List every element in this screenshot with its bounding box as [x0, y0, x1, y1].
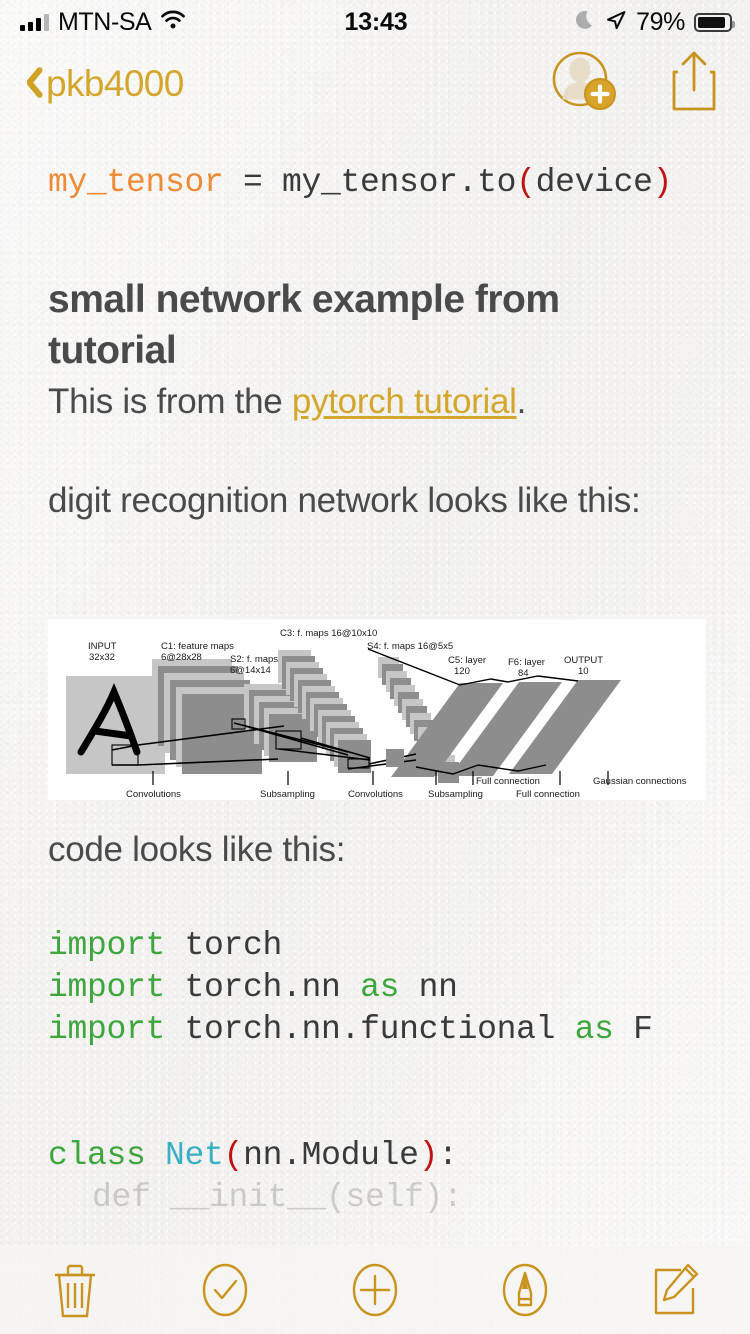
lenet-architecture-image[interactable]: INPUT 32x32 C1: feature maps 6@28x28 S2:…: [48, 619, 706, 800]
status-bar-left: MTN-SA: [0, 7, 292, 36]
code-token-open-paren: (: [223, 1137, 244, 1174]
battery-percent-label: 79%: [636, 7, 685, 36]
label-bottom-6: Gaussian connections: [593, 776, 687, 787]
code-token-module: torch.nn: [165, 969, 361, 1006]
code-token-module: torch: [165, 927, 283, 964]
code-line-obscured: def __init__(self):: [92, 1179, 463, 1216]
code-line-import-1: import torch.nn as nn: [48, 967, 702, 1009]
bottom-toolbar: [0, 1245, 750, 1334]
nav-actions: [550, 49, 750, 118]
label-bottom-1: Subsampling: [260, 789, 315, 800]
status-bar-center: 13:43: [292, 8, 460, 37]
chevron-left-icon: [18, 64, 40, 102]
label-bottom-5: Full connection: [516, 789, 580, 800]
code-token-close-paren: ): [652, 164, 673, 201]
location-arrow-icon: [605, 9, 627, 36]
code-token-kw: import: [48, 1011, 166, 1048]
code-token-kw: import: [48, 969, 166, 1006]
label-c3-0: C3: f. maps 16@10x10: [280, 628, 377, 639]
label-bottom-0: Convolutions: [126, 789, 181, 800]
label-bottom-3: Subsampling: [428, 789, 483, 800]
checklist-button[interactable]: [182, 1254, 268, 1326]
markup-button[interactable]: [482, 1254, 568, 1326]
signal-bars-icon: [20, 13, 49, 31]
delete-button[interactable]: [32, 1254, 118, 1326]
section-heading: small network example from tutorial: [48, 278, 560, 372]
label-c5-1: 120: [454, 666, 470, 677]
code-token-open-paren: (: [516, 164, 536, 201]
code-line-import-2: import torch.nn.functional as F: [48, 1009, 702, 1051]
label-s2-1: 6@14x14: [230, 665, 271, 676]
label-s4-0: S4: f. maps 16@5x5: [367, 641, 453, 652]
pytorch-tutorial-link[interactable]: pytorch tutorial: [292, 382, 517, 421]
compose-button[interactable]: [632, 1254, 718, 1326]
code-token-base-class: nn.Module: [243, 1137, 419, 1174]
code-line-class: class Net(nn.Module):: [48, 1135, 702, 1177]
code-block-class: class Net(nn.Module): def __init__(self)…: [0, 1051, 750, 1219]
share-icon: [672, 51, 716, 110]
code-token-variable: my_tensor: [48, 164, 224, 201]
status-bar-right: 79%: [460, 8, 750, 37]
intro-text-after: .: [516, 382, 527, 421]
markup-pen-icon: [502, 1263, 548, 1316]
code-token-arg: device: [535, 164, 653, 201]
code-block-imports: import torch import torch.nn as nn impor…: [0, 873, 750, 1051]
code-token-kw: import: [48, 927, 166, 964]
intro-text-before: This is from the: [48, 382, 292, 421]
label-f6-0: F6: layer: [508, 657, 545, 668]
add-person-button[interactable]: [550, 50, 618, 117]
label-output-1: 10: [578, 666, 589, 677]
code-token-alias: nn: [399, 969, 458, 1006]
label-output-0: OUTPUT: [564, 655, 603, 666]
note-content[interactable]: my_tensor = my_tensor.to(device) small n…: [0, 122, 750, 1334]
code-line-import-0: import torch: [48, 925, 702, 967]
compose-icon: [654, 1263, 699, 1314]
wifi-icon: [160, 10, 186, 34]
clock-label: 13:43: [344, 7, 408, 36]
label-input-1: 32x32: [89, 652, 115, 663]
code-token-close-paren: ): [418, 1137, 439, 1174]
code-token-assign: = my_tensor.to: [223, 164, 517, 201]
code-caption: code looks like this:: [48, 830, 346, 869]
figure-caption: digit recognition network looks like thi…: [48, 481, 641, 520]
trash-icon: [55, 1264, 95, 1317]
status-bar: MTN-SA 13:43 79%: [0, 0, 750, 44]
code-block-top: my_tensor = my_tensor.to(device): [0, 122, 750, 204]
add-person-icon: [552, 51, 616, 110]
code-token-as: as: [360, 969, 400, 1006]
code-token-module: torch.nn.functional: [165, 1011, 575, 1048]
label-c1-0: C1: feature maps: [161, 641, 234, 652]
battery-icon: [694, 12, 735, 32]
code-token-as: as: [574, 1011, 614, 1048]
carrier-label: MTN-SA: [58, 7, 152, 36]
checklist-icon: [202, 1263, 248, 1316]
intro-paragraph: This is from the pytorch tutorial.: [48, 379, 702, 425]
label-bottom-4: Full connection: [476, 776, 540, 787]
label-f6-1: 84: [518, 668, 529, 679]
share-button[interactable]: [668, 49, 720, 118]
code-token-colon: :: [438, 1137, 458, 1174]
label-c5-0: C5: layer: [448, 655, 486, 666]
lenet-diagram: INPUT 32x32 C1: feature maps 6@28x28 S2:…: [48, 619, 706, 800]
back-button-label: pkb4000: [46, 62, 184, 104]
code-token-class-kw: class: [48, 1137, 146, 1174]
code-token-class-name: Net: [145, 1137, 224, 1174]
label-s2-0: S2: f. maps: [230, 654, 278, 665]
add-button[interactable]: [332, 1254, 418, 1326]
label-input-0: INPUT: [88, 641, 117, 652]
moon-icon: [576, 9, 596, 36]
label-c1-1: 6@28x28: [161, 652, 202, 663]
code-token-alias: F: [613, 1011, 653, 1048]
navigation-bar: pkb4000: [0, 44, 750, 122]
back-button[interactable]: pkb4000: [0, 64, 184, 102]
label-bottom-2: Convolutions: [348, 789, 403, 800]
add-icon: [352, 1263, 398, 1316]
code-line-to-device: my_tensor = my_tensor.to(device): [48, 162, 702, 204]
